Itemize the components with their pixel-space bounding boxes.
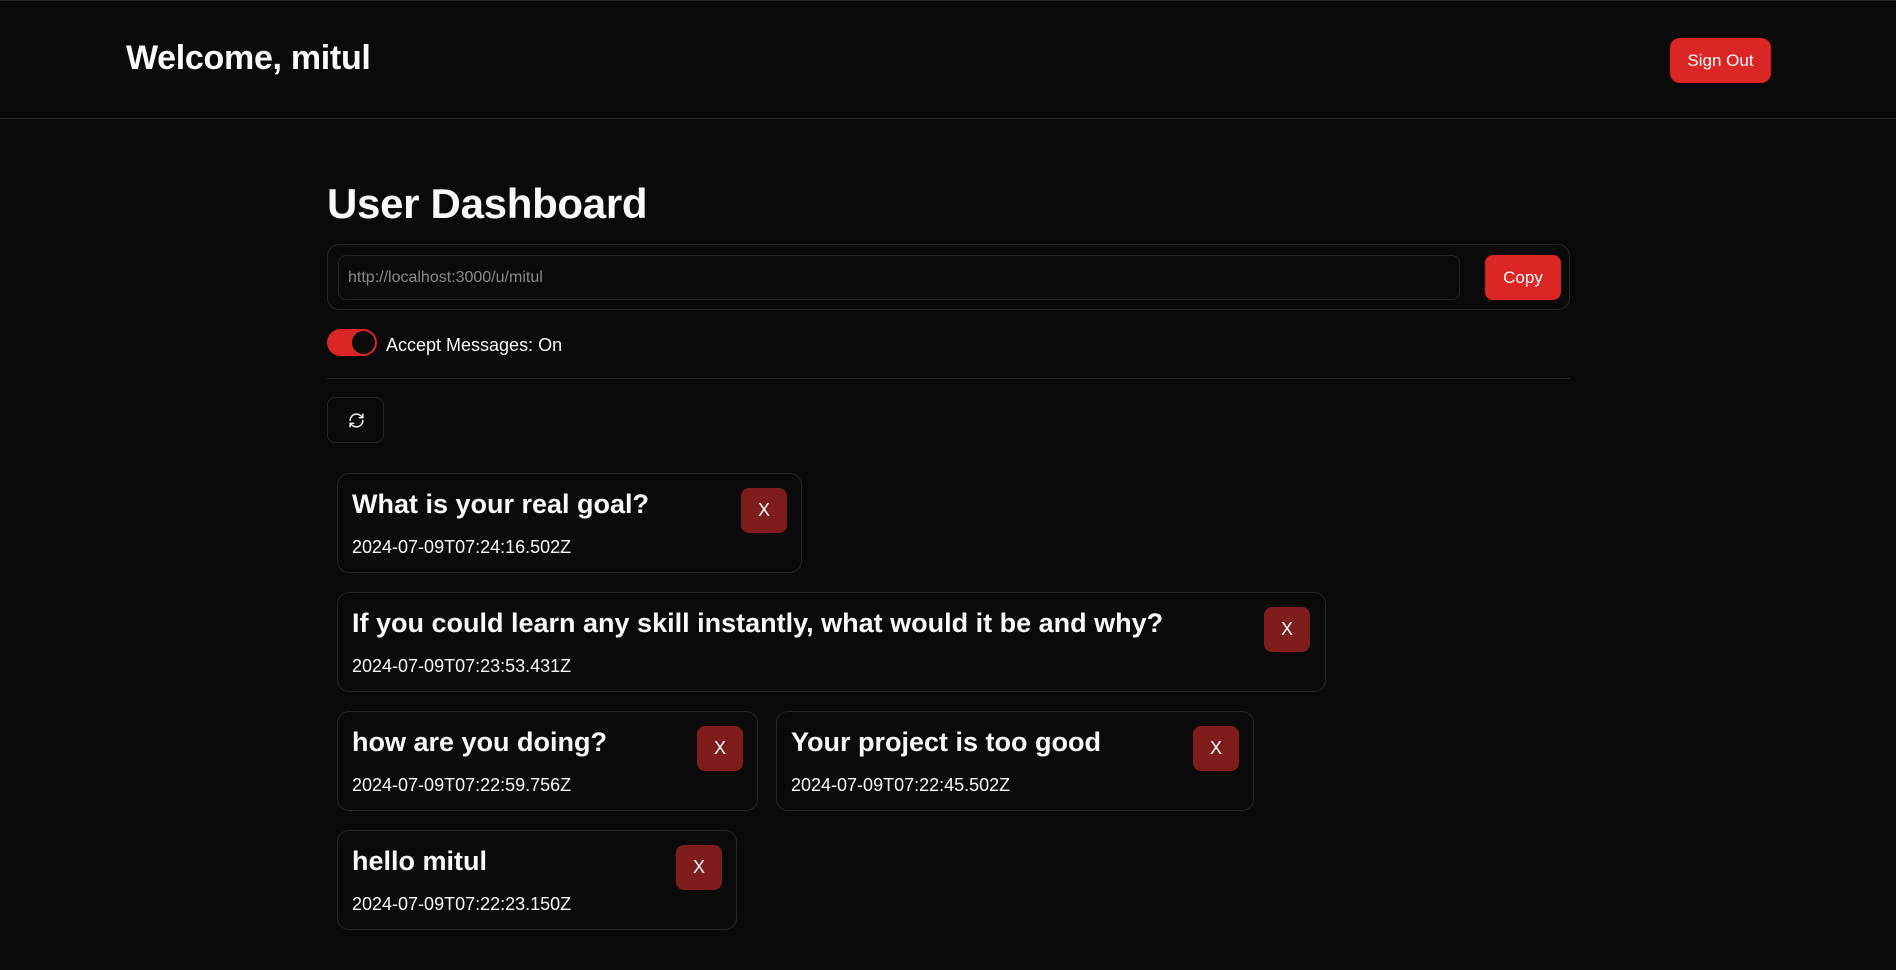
message-card: Your project is too good 2024-07-09T07:2…: [776, 711, 1254, 811]
message-content: What is your real goal?: [352, 489, 650, 519]
sign-out-button[interactable]: Sign Out: [1670, 38, 1771, 83]
message-card: hello mitul 2024-07-09T07:22:23.150Z X: [337, 830, 737, 930]
delete-message-button[interactable]: X: [1193, 726, 1239, 771]
message-timestamp: 2024-07-09T07:24:16.502Z: [352, 537, 572, 557]
message-content: Your project is too good: [791, 727, 1101, 757]
message-card: If you could learn any skill instantly, …: [337, 592, 1326, 692]
message-content: how are you doing?: [352, 727, 607, 757]
delete-message-button[interactable]: X: [697, 726, 743, 771]
delete-message-button[interactable]: X: [1264, 607, 1310, 652]
profile-link-input[interactable]: [338, 255, 1460, 300]
message-content: If you could learn any skill instantly, …: [352, 608, 1164, 638]
message-timestamp: 2024-07-09T07:22:23.150Z: [352, 894, 572, 914]
welcome-heading: Welcome, mitul: [126, 39, 371, 77]
message-card: What is your real goal? 2024-07-09T07:24…: [337, 473, 802, 573]
refresh-button[interactable]: [327, 397, 384, 443]
message-timestamp: 2024-07-09T07:22:59.756Z: [352, 775, 572, 795]
delete-message-button[interactable]: X: [741, 488, 787, 533]
accept-messages-switch[interactable]: [327, 329, 377, 356]
switch-thumb: [352, 331, 375, 354]
message-timestamp: 2024-07-09T07:22:45.502Z: [791, 775, 1011, 795]
top-navbar: Welcome, mitul Sign Out: [0, 0, 1896, 119]
page-title: User Dashboard: [327, 180, 648, 227]
profile-link-box: Copy: [327, 244, 1570, 310]
refresh-icon: [349, 413, 364, 428]
message-content: hello mitul: [352, 846, 487, 876]
message-card: how are you doing? 2024-07-09T07:22:59.7…: [337, 711, 758, 811]
divider: [327, 378, 1570, 379]
delete-message-button[interactable]: X: [676, 845, 722, 890]
copy-button[interactable]: Copy: [1485, 255, 1561, 300]
message-timestamp: 2024-07-09T07:23:53.431Z: [352, 656, 572, 676]
accept-messages-label: Accept Messages: On: [386, 335, 563, 355]
